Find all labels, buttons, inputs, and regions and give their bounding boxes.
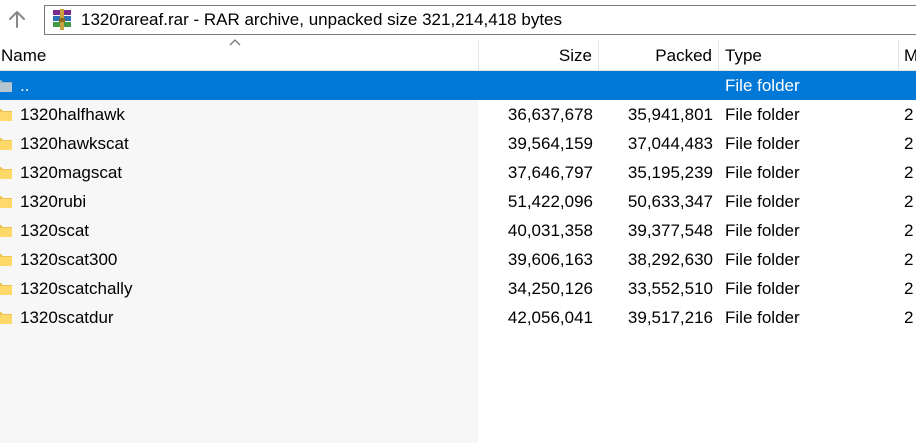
file-type: File folder <box>725 221 800 240</box>
file-row[interactable]: 1320scat300 39,606,163 38,292,630 File fold… <box>0 245 916 274</box>
file-name: 1320magscat <box>20 163 123 182</box>
folder-icon <box>0 109 12 121</box>
file-type: File folder <box>725 134 800 153</box>
parent-folder-row[interactable]: .. File folder <box>0 71 916 100</box>
file-size: 39,606,163 <box>507 250 593 269</box>
modified-date <box>904 71 916 100</box>
file-name: 1320scatdur <box>20 308 114 327</box>
file-size: 42,056,041 <box>507 308 593 327</box>
toolbar: 1320rareaf.rar - RAR archive, unpacked s… <box>0 0 916 41</box>
file-name: 1320scatchally <box>20 279 133 298</box>
up-arrow-icon <box>9 11 25 28</box>
file-size: 40,031,358 <box>507 221 593 240</box>
column-header-modified[interactable]: M <box>904 40 916 70</box>
folder-icon <box>0 312 12 324</box>
modified-date: 2 <box>904 279 914 298</box>
column-header-type[interactable]: Type <box>719 40 899 70</box>
file-name: 1320rubi <box>20 192 87 211</box>
folder-icon <box>0 167 12 179</box>
file-name: 1320scat300 <box>20 250 118 269</box>
file-type: File folder <box>725 250 800 269</box>
file-type: File folder <box>725 105 800 124</box>
file-size: 51,422,096 <box>507 192 593 211</box>
packed-size: 39,377,548 <box>627 221 713 240</box>
file-type: File folder <box>725 76 800 95</box>
column-header-size[interactable]: Size <box>479 40 599 70</box>
packed-size: 38,292,630 <box>627 250 713 269</box>
packed-size: 37,044,483 <box>627 134 713 153</box>
folder-icon <box>0 254 12 266</box>
packed-size: 50,633,347 <box>627 192 713 211</box>
file-type: File folder <box>725 308 800 327</box>
winrar-archive-icon <box>53 9 71 30</box>
modified-date: 2 <box>904 105 914 124</box>
packed-size: 33,552,510 <box>627 279 713 298</box>
file-type: File folder <box>725 192 800 211</box>
sort-ascending-icon <box>229 39 241 46</box>
packed-size: 35,941,801 <box>627 105 713 124</box>
packed-size: 39,517,216 <box>627 308 713 327</box>
file-row[interactable]: 1320scat 40,031,358 39,377,548 File folder 2 <box>0 216 916 245</box>
file-row[interactable]: 1320magscat 37,646,797 35,195,239 File fold… <box>0 158 916 187</box>
file-type: File folder <box>725 163 800 182</box>
modified-date: 2 <box>904 192 914 211</box>
file-name: .. <box>20 76 30 95</box>
file-type: File folder <box>725 279 800 298</box>
file-size: 37,646,797 <box>507 163 593 182</box>
file-size <box>479 71 593 100</box>
modified-date: 2 <box>904 163 914 182</box>
folder-icon <box>0 196 12 208</box>
archive-path-text: 1320rareaf.rar - RAR archive, unpacked s… <box>81 10 562 29</box>
modified-date: 2 <box>904 221 914 240</box>
column-header-row: Name Size Packed Type M <box>0 39 916 71</box>
file-row[interactable]: 1320hawkscat 39,564,159 37,044,483 File fol… <box>0 129 916 158</box>
file-name: 1320scat <box>20 221 89 240</box>
file-size: 34,250,126 <box>507 279 593 298</box>
parent-folder-icon <box>0 80 12 92</box>
address-bar[interactable]: 1320rareaf.rar - RAR archive, unpacked s… <box>44 5 916 35</box>
folder-icon <box>0 283 12 295</box>
column-header-packed[interactable]: Packed <box>599 40 719 70</box>
packed-size: 35,195,239 <box>627 163 713 182</box>
modified-date: 2 <box>904 250 914 269</box>
column-header-name[interactable]: Name <box>0 39 479 70</box>
packed-size <box>599 71 713 100</box>
folder-icon <box>0 138 12 150</box>
file-row[interactable]: 1320scatdur 42,056,041 39,517,216 File fold… <box>0 303 916 332</box>
file-name: 1320halfhawk <box>20 105 125 124</box>
folder-icon <box>0 225 12 237</box>
file-size: 39,564,159 <box>507 134 593 153</box>
modified-date: 2 <box>904 308 914 327</box>
file-name: 1320hawkscat <box>20 134 129 153</box>
file-size: 36,637,678 <box>507 105 593 124</box>
modified-date: 2 <box>904 134 914 153</box>
file-row[interactable]: 1320halfhawk 36,637,678 35,941,801 File fol… <box>0 100 916 129</box>
file-row[interactable]: 1320scatchally 34,250,126 33,552,510 File f… <box>0 274 916 303</box>
file-row[interactable]: 1320rubi 51,422,096 50,633,347 File folder 2 <box>0 187 916 216</box>
up-folder-button[interactable] <box>6 8 28 30</box>
